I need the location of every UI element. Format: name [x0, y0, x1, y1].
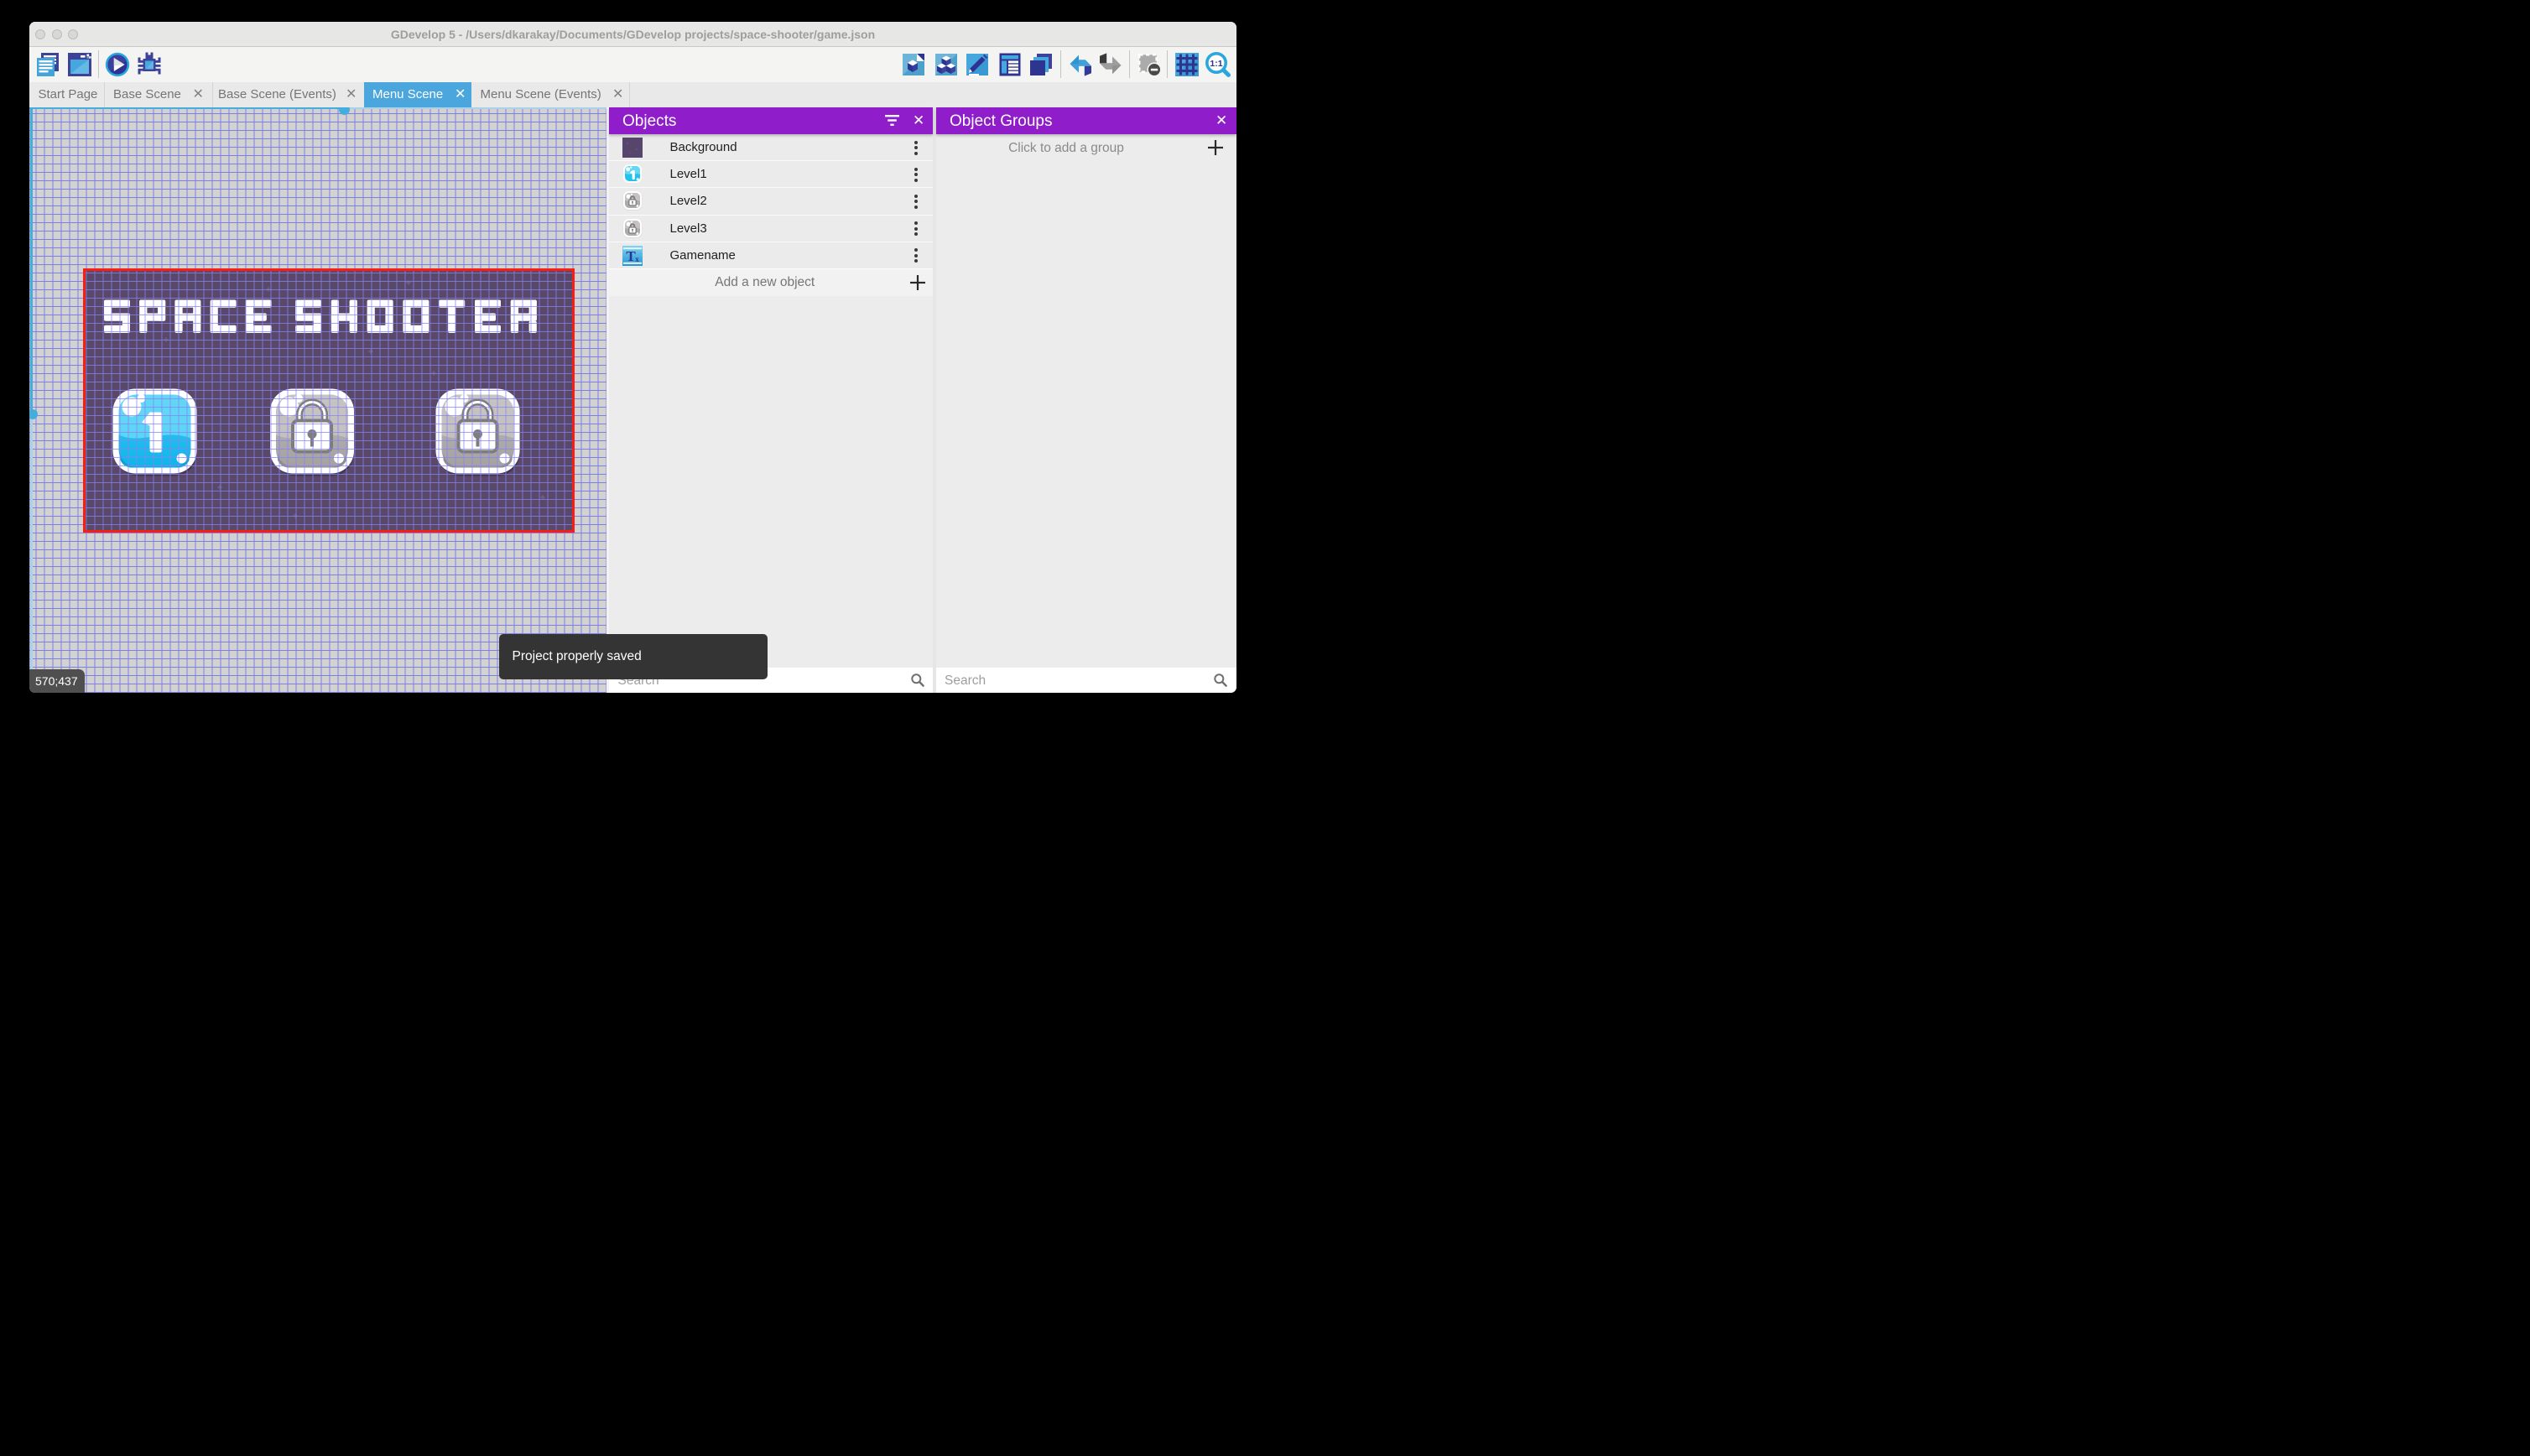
svg-text:1:1: 1:1 [1210, 59, 1222, 69]
svg-text:x: x [635, 255, 639, 263]
